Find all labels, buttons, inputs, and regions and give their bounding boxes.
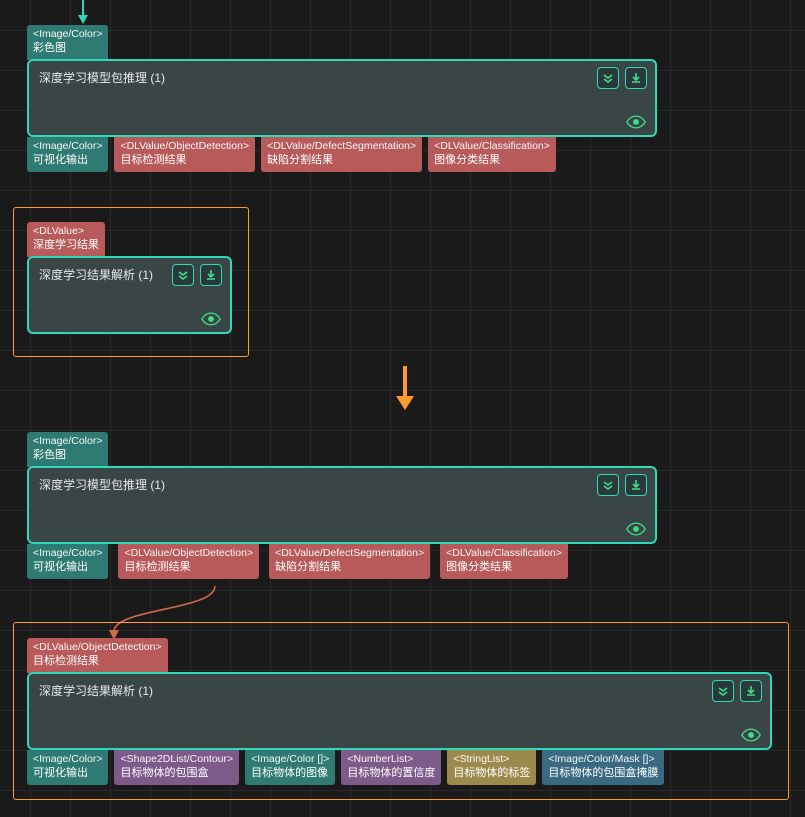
node-dl-inference-2[interactable]: <Image/Color> 彩色图 深度学习模型包推理 (1) <Image/C… [27,432,657,579]
port-label: 目标物体的包围盒 [120,767,233,781]
port-type: <DLValue/Classification> [446,547,562,560]
visibility-icon[interactable] [625,113,647,131]
port-type: <DLValue/ObjectDetection> [124,547,253,560]
port-type: <DLValue/ObjectDetection> [33,641,162,654]
visibility-icon[interactable] [740,726,762,744]
port-type: <NumberList> [347,753,435,766]
port-type: <DLValue/Classification> [434,140,550,153]
port-type: <Image/Color> [33,28,102,41]
transition-arrow-icon [396,366,414,410]
output-port-confidence[interactable]: <NumberList> 目标物体的置信度 [341,750,441,785]
output-port-visual[interactable]: <Image/Color> 可视化输出 [27,137,108,172]
port-type: <Image/Color/Mask []> [548,753,658,766]
port-label: 可视化输出 [33,767,102,781]
output-port-classification[interactable]: <DLValue/Classification> 图像分类结果 [428,137,556,172]
output-port-masks[interactable]: <Image/Color/Mask []> 目标物体的包围盒掩膜 [542,750,664,785]
port-label: 目标检测结果 [33,655,162,669]
port-type: <DLValue/ObjectDetection> [120,140,249,153]
input-port-color-image[interactable]: <Image/Color> 彩色图 [27,25,108,60]
port-type: <DLValue/DefectSegmentation> [267,140,416,153]
port-type: <StringList> [453,753,530,766]
node-title: 深度学习模型包推理 (1) [39,69,645,86]
download-icon[interactable] [625,474,647,496]
expand-down-icon[interactable] [712,680,734,702]
input-port-color-image[interactable]: <Image/Color> 彩色图 [27,432,108,467]
output-port-object-detection[interactable]: <DLValue/ObjectDetection> 目标检测结果 [118,544,259,579]
output-port-visual[interactable]: <Image/Color> 可视化输出 [27,750,108,785]
port-label: 缺陷分割结果 [267,154,416,168]
port-label: 目标物体的标签 [453,767,530,781]
port-label: 图像分类结果 [446,561,562,575]
node-dl-parse-1[interactable]: <DLValue> 深度学习结果 深度学习结果解析 (1) [27,222,232,334]
port-type: <DLValue/DefectSegmentation> [275,547,424,560]
port-label: 彩色图 [33,449,102,463]
expand-down-icon[interactable] [597,67,619,89]
download-icon[interactable] [625,67,647,89]
visibility-icon[interactable] [200,310,222,328]
port-label: 目标物体的包围盒掩膜 [548,767,658,781]
output-port-object-detection[interactable]: <DLValue/ObjectDetection> 目标检测结果 [114,137,255,172]
port-type: <Image/Color []> [251,753,329,766]
node-title: 深度学习模型包推理 (1) [39,476,645,493]
output-port-defect-seg[interactable]: <DLValue/DefectSegmentation> 缺陷分割结果 [269,544,430,579]
port-label: 图像分类结果 [434,154,550,168]
port-type: <Shape2DList/Contour> [120,753,233,766]
port-type: <Image/Color> [33,140,102,153]
download-icon[interactable] [200,264,222,286]
visibility-icon[interactable] [625,520,647,538]
node-dl-parse-2[interactable]: <DLValue/ObjectDetection> 目标检测结果 深度学习结果解… [27,638,772,785]
port-label: 目标物体的置信度 [347,767,435,781]
port-type: <Image/Color> [33,547,102,560]
output-port-classification[interactable]: <DLValue/Classification> 图像分类结果 [440,544,568,579]
port-label: 可视化输出 [33,561,102,575]
expand-down-icon[interactable] [597,474,619,496]
port-label: 可视化输出 [33,154,102,168]
output-port-contours[interactable]: <Shape2DList/Contour> 目标物体的包围盒 [114,750,239,785]
port-label: 深度学习结果 [33,239,99,253]
download-icon[interactable] [740,680,762,702]
port-label: 彩色图 [33,42,102,56]
node-dl-inference-1[interactable]: <Image/Color> 彩色图 深度学习模型包推理 (1) <Image/C… [27,25,657,172]
port-label: 缺陷分割结果 [275,561,424,575]
port-label: 目标检测结果 [120,154,249,168]
output-port-labels[interactable]: <StringList> 目标物体的标签 [447,750,536,785]
output-port-defect-seg[interactable]: <DLValue/DefectSegmentation> 缺陷分割结果 [261,137,422,172]
port-label: 目标检测结果 [124,561,253,575]
input-port-object-detection[interactable]: <DLValue/ObjectDetection> 目标检测结果 [27,638,168,673]
expand-down-icon[interactable] [172,264,194,286]
output-port-visual[interactable]: <Image/Color> 可视化输出 [27,544,108,579]
node-title: 深度学习结果解析 (1) [39,682,760,699]
port-type: <Image/Color> [33,435,102,448]
input-port-dlvalue[interactable]: <DLValue> 深度学习结果 [27,222,105,257]
port-label: 目标物体的图像 [251,767,329,781]
port-type: <Image/Color> [33,753,102,766]
port-type: <DLValue> [33,225,99,238]
output-port-images[interactable]: <Image/Color []> 目标物体的图像 [245,750,335,785]
